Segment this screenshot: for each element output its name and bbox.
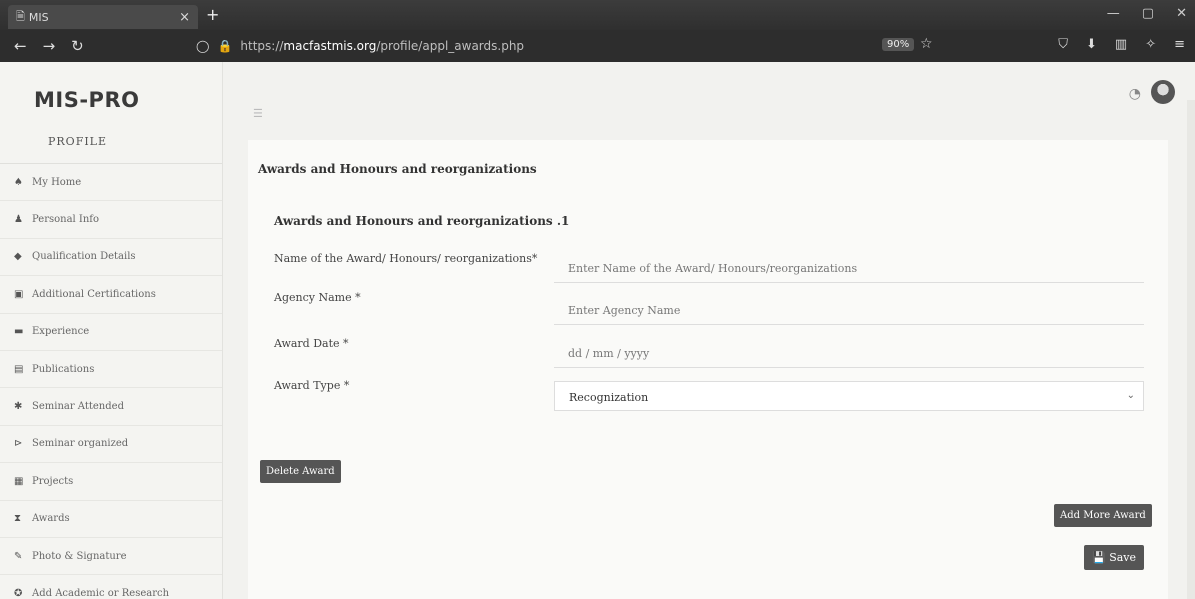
forward-icon[interactable]: → xyxy=(43,37,56,55)
download-icon[interactable]: ⬇ xyxy=(1086,37,1097,52)
award-icon: ⧗ xyxy=(14,513,22,525)
app-topbar: ☰ ◔ xyxy=(223,62,1195,124)
sidebar-item-experience[interactable]: ▬ Experience xyxy=(0,314,222,351)
menu-icon[interactable]: ≡ xyxy=(1174,37,1185,52)
brand-logo: MIS-PRO xyxy=(34,88,140,112)
page-scrollbar[interactable] xyxy=(1187,100,1195,599)
chevron-down-icon: ⌄ xyxy=(1126,390,1135,401)
minimize-icon[interactable]: — xyxy=(1107,6,1120,21)
sidebar-item-photo-signature[interactable]: ✎ Photo & Signature xyxy=(0,538,222,576)
section-subheading: Awards and Honours and reorganizations .… xyxy=(274,214,570,228)
extensions-icon[interactable]: ✧ xyxy=(1145,37,1156,52)
agency-name-label: Agency Name * xyxy=(274,291,361,304)
close-window-icon[interactable]: ✕ xyxy=(1176,6,1187,21)
tab-icon: 🗎 xyxy=(16,9,25,23)
browser-tabbar: 🗎 MIS × + — ▢ ✕ xyxy=(0,0,1195,30)
notification-icon[interactable]: ◔ xyxy=(1129,86,1141,102)
tab-close-button[interactable]: × xyxy=(179,10,190,25)
research-icon: ✪ xyxy=(14,587,23,599)
reload-icon[interactable]: ↻ xyxy=(71,37,84,55)
profile-title: PROFILE xyxy=(0,130,222,164)
sidebar-item-add-academic[interactable]: ✪ Add Academic or Research xyxy=(0,575,222,599)
document-icon: ▤ xyxy=(14,363,24,375)
sidebar: MIS-PRO PROFILE ♠ My Home ♟ Personal Info … xyxy=(0,62,223,599)
avatar[interactable] xyxy=(1151,80,1175,104)
zoom-level[interactable]: 90% xyxy=(882,38,915,51)
back-icon[interactable]: ← xyxy=(14,37,27,55)
graduation-icon: ◆ xyxy=(14,251,22,263)
page-title: Awards and Honours and reorganizations xyxy=(258,162,537,176)
library-icon[interactable]: ▥ xyxy=(1115,37,1127,52)
add-more-award-button[interactable]: Add More Award xyxy=(1054,504,1152,527)
agency-name-input[interactable]: Enter Agency Name xyxy=(554,295,1144,325)
sidebar-item-seminar-attended[interactable]: ✱ Seminar Attended xyxy=(0,388,222,426)
sidebar-item-seminar-organized[interactable]: ⊳ Seminar organized xyxy=(0,426,222,464)
save-button[interactable]: 💾 Save xyxy=(1084,545,1145,570)
photo-icon: ✎ xyxy=(14,550,23,562)
home-icon: ♠ xyxy=(14,176,23,188)
hamburger-icon[interactable]: ☰ xyxy=(253,107,263,120)
award-type-select[interactable]: Recognization ⌄ xyxy=(554,381,1144,411)
url-text[interactable]: https://macfastmis.org/profile/appl_awar… xyxy=(240,39,524,53)
browser-navbar: ← → ↻ ◯ 🔒 https://macfastmis.org/profile… xyxy=(0,30,1195,62)
nav-buttons: ← → ↻ xyxy=(0,37,190,55)
sidebar-item-projects[interactable]: ▦ Projects xyxy=(0,463,222,501)
sidebar-item-publications[interactable]: ▤ Publications xyxy=(0,351,222,389)
restore-icon[interactable]: ▢ xyxy=(1142,6,1154,21)
tab-title: MIS xyxy=(28,10,49,24)
lock-icon: 🔒 xyxy=(217,39,233,53)
organized-icon: ⊳ xyxy=(14,438,23,450)
seminar-icon: ✱ xyxy=(14,401,23,413)
user-icon: ♟ xyxy=(14,214,23,226)
new-tab-button[interactable]: + xyxy=(206,5,219,24)
award-type-value: Recognization xyxy=(569,391,649,404)
browser-tab[interactable]: 🗎 MIS × xyxy=(8,5,198,29)
sidebar-item-personal-info[interactable]: ♟ Personal Info xyxy=(0,201,222,239)
certificate-icon: ▣ xyxy=(14,288,24,300)
award-name-label: Name of the Award/ Honours/ reorganizati… xyxy=(274,252,538,265)
shield-icon: ◯ xyxy=(196,39,210,53)
award-date-input[interactable]: dd / mm / yyyy xyxy=(554,338,1144,368)
projects-icon: ▦ xyxy=(14,475,24,487)
sidebar-item-awards[interactable]: ⧗ Awards xyxy=(0,501,222,538)
toolbar-icons: ⛉ ⬇ ▥ ✧ ≡ xyxy=(1058,37,1185,52)
pocket-icon[interactable]: ⛉ xyxy=(1058,37,1068,52)
delete-award-button[interactable]: Delete Award xyxy=(260,460,341,483)
award-type-label: Award Type * xyxy=(274,379,350,392)
awards-form-card: Awards and Honours and reorganizations A… xyxy=(248,140,1168,599)
address-bar[interactable]: ◯ 🔒 https://macfastmis.org/profile/appl_… xyxy=(196,34,956,58)
award-date-label: Award Date * xyxy=(274,337,349,350)
sidebar-item-certifications[interactable]: ▣ Additional Certifications xyxy=(0,276,222,314)
briefcase-icon: ▬ xyxy=(14,326,24,338)
award-name-input[interactable]: Enter Name of the Award/ Honours/reorgan… xyxy=(554,253,1144,283)
bookmark-star-icon[interactable]: ☆ xyxy=(920,36,933,52)
save-icon: 💾 xyxy=(1092,551,1110,564)
sidebar-item-my-home[interactable]: ♠ My Home xyxy=(0,164,222,202)
sidebar-item-qualification[interactable]: ◆ Qualification Details xyxy=(0,239,222,277)
window-controls: — ▢ ✕ xyxy=(1107,6,1187,21)
